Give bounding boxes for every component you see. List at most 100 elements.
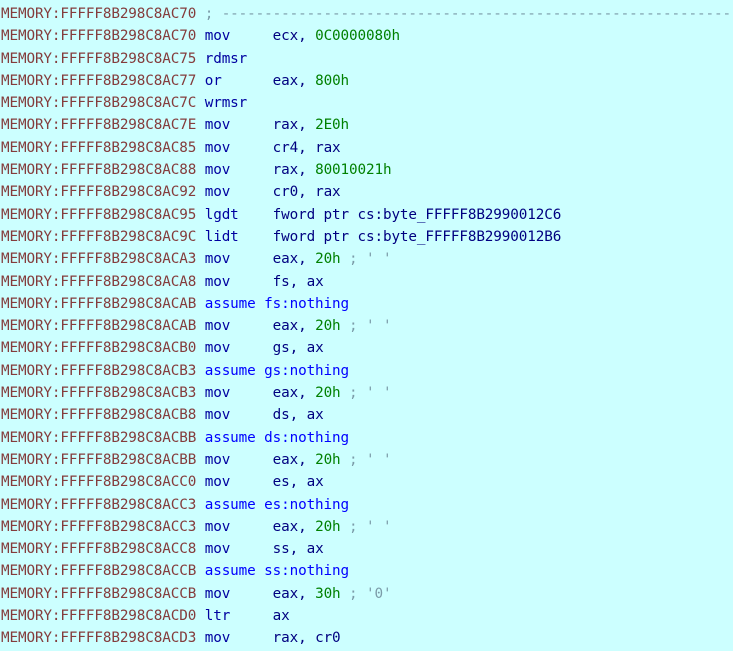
disassembly-line[interactable]: MEMORY:FFFFF8B298C8ACAB mov eax, 20h ; '… (1, 315, 733, 337)
disassembly-line[interactable]: MEMORY:FFFFF8B298C8ACB3 assume gs:nothin… (1, 360, 733, 382)
instruction-mnemonic: mov (204, 407, 231, 424)
instruction-mnemonic: lidt (204, 228, 239, 245)
instruction-mnemonic: mov (204, 117, 231, 134)
operand-1: eax (272, 72, 299, 89)
disassembly-line[interactable]: MEMORY:FFFFF8B298C8ACA3 mov eax, 20h ; '… (1, 248, 733, 270)
disassembly-line[interactable]: MEMORY:FFFFF8B298C8AC77 or eax, 800h (1, 70, 733, 92)
operand-2: 20h (315, 451, 341, 468)
operand-1: eax (272, 318, 299, 335)
operand-1: fword ptr cs:byte_FFFFF8B2990012B6 (272, 228, 562, 245)
line-address: MEMORY:FFFFF8B298C8ACA8 (1, 273, 197, 290)
disassembly-line[interactable]: MEMORY:FFFFF8B298C8ACD0 ltr ax (1, 605, 733, 627)
operand-1: ds (272, 407, 290, 424)
operand-2: 20h (315, 385, 341, 402)
operand-separator: , (298, 585, 316, 602)
line-address: MEMORY:FFFFF8B298C8AC88 (1, 162, 197, 179)
operand-separator: , (298, 318, 316, 335)
instruction-mnemonic: mov (204, 451, 231, 468)
disassembly-listing[interactable]: MEMORY:FFFFF8B298C8AC70 ; --------------… (0, 0, 733, 651)
disassembly-line[interactable]: MEMORY:FFFFF8B298C8AC85 mov cr4, rax (1, 137, 733, 159)
disassembly-line[interactable]: MEMORY:FFFFF8B298C8ACBB assume ds:nothin… (1, 427, 733, 449)
instruction-mnemonic: mov (204, 541, 231, 558)
line-address: MEMORY:FFFFF8B298C8ACC3 (1, 518, 197, 535)
assume-directive: assume fs:nothing (204, 295, 350, 312)
operand-1: gs (272, 340, 290, 357)
disassembly-line[interactable]: MEMORY:FFFFF8B298C8AC88 mov rax, 8001002… (1, 159, 733, 181)
operand-separator: , (298, 139, 316, 156)
line-comment: ; ' ' (349, 385, 392, 402)
disassembly-line[interactable]: MEMORY:FFFFF8B298C8AC9C lidt fword ptr c… (1, 226, 733, 248)
disassembly-line[interactable]: MEMORY:FFFFF8B298C8ACC3 mov eax, 20h ; '… (1, 516, 733, 538)
disassembly-line[interactable]: MEMORY:FFFFF8B298C8AC92 mov cr0, rax (1, 181, 733, 203)
disassembly-line[interactable]: MEMORY:FFFFF8B298C8ACB0 mov gs, ax (1, 337, 733, 359)
disassembly-line[interactable]: MEMORY:FFFFF8B298C8ACCB mov eax, 30h ; '… (1, 583, 733, 605)
operand-1: ecx (272, 28, 299, 45)
operand-1: ss (272, 541, 290, 558)
disassembly-line[interactable]: MEMORY:FFFFF8B298C8ACCB assume ss:nothin… (1, 560, 733, 582)
instruction-mnemonic: mov (204, 162, 231, 179)
disassembly-line[interactable]: MEMORY:FFFFF8B298C8ACC3 assume es:nothin… (1, 494, 733, 516)
instruction-mnemonic: mov (204, 28, 231, 45)
assume-directive: assume gs:nothing (204, 362, 350, 379)
assume-directive: assume es:nothing (204, 496, 350, 513)
operand-1: eax (272, 385, 299, 402)
disassembly-line[interactable]: MEMORY:FFFFF8B298C8AC7C wrmsr (1, 92, 733, 114)
disassembly-line[interactable]: MEMORY:FFFFF8B298C8AC95 lgdt fword ptr c… (1, 204, 733, 226)
operand-1: fs (272, 273, 290, 290)
operand-separator: , (289, 273, 307, 290)
disassembly-line[interactable]: MEMORY:FFFFF8B298C8ACC0 mov es, ax (1, 471, 733, 493)
operand-separator: , (298, 630, 316, 647)
disassembly-line[interactable]: MEMORY:FFFFF8B298C8ACA8 mov fs, ax (1, 271, 733, 293)
disassembly-line[interactable]: MEMORY:FFFFF8B298C8ACD3 mov rax, cr0 (1, 627, 733, 649)
disassembly-line[interactable]: MEMORY:FFFFF8B298C8ACAB assume fs:nothin… (1, 293, 733, 315)
line-address: MEMORY:FFFFF8B298C8ACB3 (1, 362, 197, 379)
disassembly-line[interactable]: MEMORY:FFFFF8B298C8ACB3 mov eax, 20h ; '… (1, 382, 733, 404)
line-address: MEMORY:FFFFF8B298C8ACB0 (1, 340, 197, 357)
disassembly-line[interactable]: MEMORY:FFFFF8B298C8AC70 mov ecx, 0C00000… (1, 25, 733, 47)
instruction-mnemonic: mov (204, 340, 231, 357)
line-address: MEMORY:FFFFF8B298C8AC77 (1, 72, 197, 89)
disassembly-line[interactable]: MEMORY:FFFFF8B298C8AC70 ; --------------… (1, 3, 733, 25)
operand-separator: , (289, 541, 307, 558)
instruction-mnemonic: mov (204, 139, 231, 156)
line-address: MEMORY:FFFFF8B298C8ACCB (1, 563, 197, 580)
operand-separator: , (298, 451, 316, 468)
disassembly-line[interactable]: MEMORY:FFFFF8B298C8AC75 rdmsr (1, 48, 733, 70)
disassembly-line[interactable]: MEMORY:FFFFF8B298C8ACBB mov eax, 20h ; '… (1, 449, 733, 471)
line-address: MEMORY:FFFFF8B298C8ACBB (1, 429, 197, 446)
operand-2: ax (306, 541, 324, 558)
instruction-mnemonic: mov (204, 474, 231, 491)
operand-2: rax (315, 139, 341, 156)
disassembly-line[interactable]: MEMORY:FFFFF8B298C8ACB8 mov ds, ax (1, 404, 733, 426)
disassembly-line[interactable]: MEMORY:FFFFF8B298C8ACC8 mov ss, ax (1, 538, 733, 560)
operand-separator: , (289, 407, 307, 424)
operand-2: rax (315, 184, 341, 201)
operand-1: eax (272, 585, 299, 602)
operand-2: 2E0h (315, 117, 350, 134)
disassembly-line[interactable]: MEMORY:FFFFF8B298C8AC7E mov rax, 2E0h (1, 114, 733, 136)
instruction-mnemonic: wrmsr (204, 95, 248, 112)
